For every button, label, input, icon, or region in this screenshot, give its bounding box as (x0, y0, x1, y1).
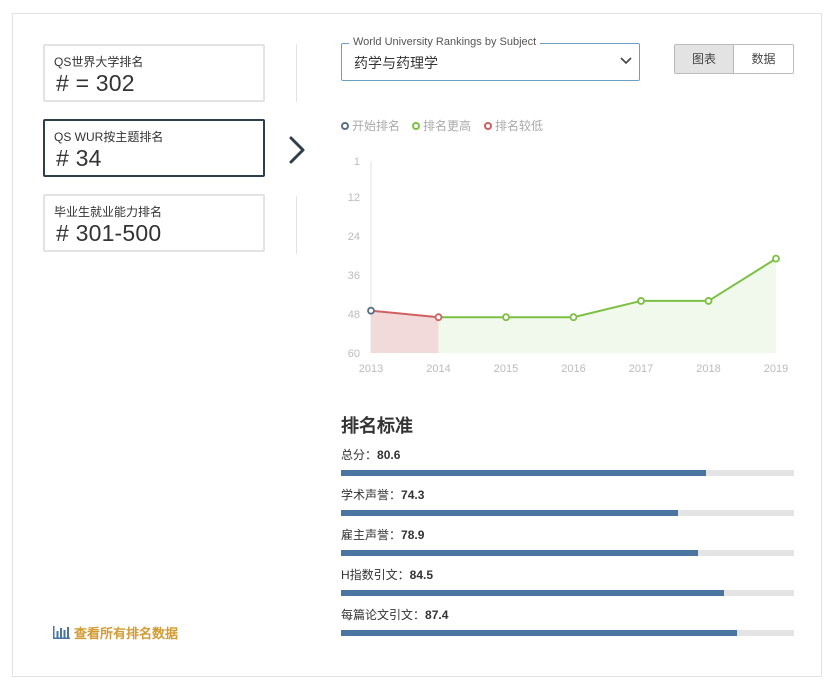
criteria-bar-fill (341, 550, 699, 556)
legend-higher: 排名更高 (412, 117, 471, 134)
higher-rank-area (438, 258, 776, 353)
x-tick-label: 2017 (629, 363, 653, 375)
legend-lower-marker (484, 121, 492, 130)
criteria-value: 80.6 (377, 448, 401, 462)
rank-card-value: # 34 (56, 145, 102, 171)
x-tick-label: 2013 (359, 363, 383, 375)
view-all-label: 查看所有排名数据 (74, 626, 179, 641)
data-point (569, 313, 578, 322)
ranking-line-chart: 1 12 24 36 48 60 2013 2014 2015 2016 2017 2018 2019 (348, 156, 788, 375)
chevron-right-icon (289, 136, 305, 164)
view-all-link[interactable]: 查看所有排名数据 (53, 623, 178, 642)
criteria-label: H指数引文：84.5 (341, 566, 433, 583)
x-tick-label: 2015 (494, 363, 518, 375)
x-tick-label: 2014 (426, 363, 450, 375)
criteria-bar-track (341, 630, 794, 636)
legend-lower: 排名较低 (484, 117, 543, 134)
criteria-name: H指数引文： (341, 568, 410, 582)
data-point (434, 313, 443, 322)
x-tick-label: 2018 (696, 363, 720, 375)
criteria-label: 学术声誉：74.3 (341, 486, 424, 503)
criteria-name: 雇主声誉： (341, 528, 402, 542)
criteria-label: 每篇论文引文：87.4 (341, 606, 448, 623)
criteria-bar-track (341, 550, 794, 556)
criteria-bar-fill (341, 470, 707, 476)
criteria-value: 84.5 (409, 568, 434, 582)
y-tick-label: 60 (348, 348, 360, 360)
chevron-down-icon[interactable] (619, 56, 633, 66)
rank-card-value: # 301-500 (56, 220, 162, 246)
rank-card-employability[interactable]: 毕业生就业能力排名 # 301-500 (43, 194, 265, 252)
y-tick-label: 36 (348, 270, 360, 282)
criteria-name: 每篇论文引文： (341, 608, 426, 622)
criteria-value: 87.4 (425, 608, 449, 622)
criteria-title: 排名标准 (341, 416, 413, 436)
criteria-value: 78.9 (401, 528, 425, 542)
criteria-bar-fill (341, 510, 678, 516)
criteria-bar-track (341, 510, 794, 516)
y-tick-label: 12 (348, 192, 360, 204)
legend-label: 开始排名 (352, 119, 401, 133)
rank-card-subject[interactable]: QS WUR按主题排名 # 34 (43, 119, 265, 177)
bar-chart-icon (53, 626, 70, 639)
y-tick-label: 48 (348, 309, 360, 321)
rank-card-label: QS WUR按主题排名 (54, 130, 164, 144)
legend-start-marker (341, 121, 349, 130)
criteria-bar-track (341, 590, 794, 596)
criteria-label: 雇主声誉：78.9 (341, 526, 424, 543)
legend-higher-marker (412, 121, 420, 130)
data-view-button[interactable]: 数据 (734, 44, 794, 74)
criteria-name: 总分： (341, 448, 378, 462)
x-tick-label: 2016 (561, 363, 585, 375)
data-point (704, 297, 713, 305)
chart-view-button[interactable]: 图表 (674, 44, 734, 74)
criteria-name: 学术声誉： (341, 488, 402, 502)
divider (296, 196, 297, 254)
legend-start: 开始排名 (341, 117, 400, 134)
divider (296, 44, 297, 102)
criteria-label: 总分：80.6 (341, 446, 400, 463)
data-point (637, 297, 645, 305)
y-tick-label: 1 (354, 156, 360, 168)
legend-label: 排名更高 (423, 119, 472, 133)
criteria-value: 74.3 (401, 488, 425, 502)
criteria-bar-fill (341, 630, 737, 636)
x-tick-label: 2019 (764, 363, 788, 375)
criteria-bar-fill (341, 590, 724, 596)
rank-card-world[interactable]: QS世界大学排名 # = 302 (43, 44, 265, 102)
data-point (367, 306, 375, 315)
rank-card-label: QS世界大学排名 (54, 55, 144, 69)
rank-card-value: # = 302 (56, 70, 135, 96)
rank-card-label: 毕业生就业能力排名 (54, 205, 163, 219)
legend-label: 排名较低 (495, 119, 544, 133)
data-point (772, 254, 780, 263)
criteria-bar-track (341, 470, 794, 476)
y-tick-label: 24 (348, 231, 360, 243)
data-point (502, 313, 510, 322)
subject-select-legend: World University Rankings by Subject (349, 36, 541, 48)
subject-select-value: 药学与药理学 (354, 55, 438, 71)
